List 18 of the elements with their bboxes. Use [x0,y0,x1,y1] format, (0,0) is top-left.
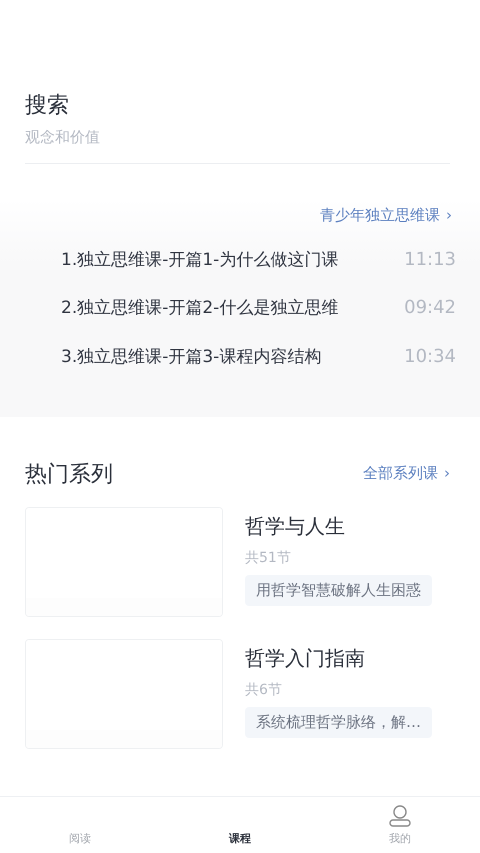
tab[interactable]: 课程 [160,797,320,853]
course-link[interactable]: 青少年独立思维课 › [320,206,452,225]
lesson-title[interactable]: 2.独立思维课-开篇2-什么是独立思维 [61,296,338,320]
lesson-duration: 09:42 [404,297,456,318]
series-tag: 用哲学智慧破解人生困惑 [245,574,432,606]
lesson-count: 共51节 [245,548,291,566]
series-tag: 系统梳理哲学脉络，解… [245,706,432,738]
section-subtitle: 观念和价值 [25,128,101,147]
lesson-count: 共6节 [245,680,282,698]
series-title[interactable]: 哲学入门指南 [245,644,365,672]
lesson-duration: 11:13 [404,248,456,270]
section-title: 热门系列 [25,460,113,488]
lesson-duration: 10:34 [404,346,456,367]
lesson-title[interactable]: 3.独立思维课-开篇3-课程内容结构 [61,344,322,368]
lesson-title[interactable]: 1.独立思维课-开篇1-为什么做这门课 [61,248,338,271]
section-title: 搜索 [25,92,70,120]
series-title[interactable]: 哲学与人生 [245,512,345,540]
all-series-link[interactable]: 全部系列课 › [363,464,450,483]
